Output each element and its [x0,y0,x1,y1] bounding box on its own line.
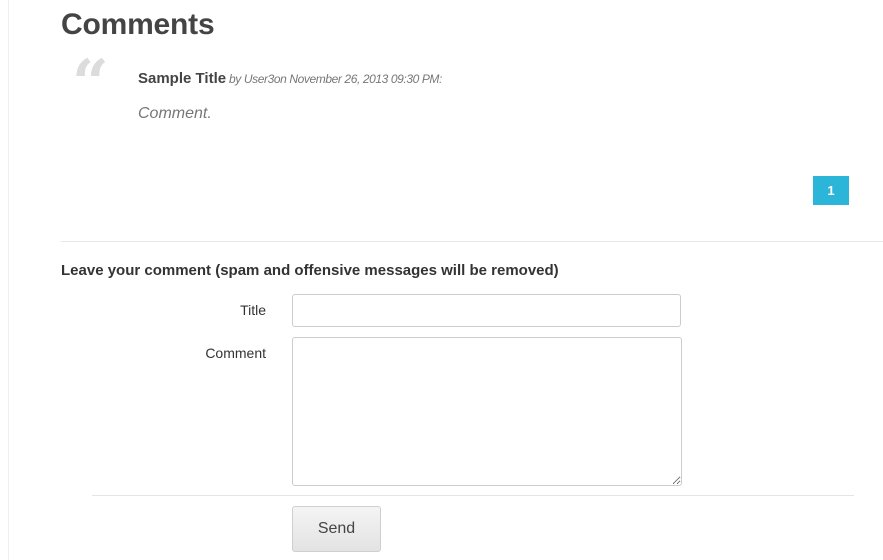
send-button[interactable]: Send [292,506,381,552]
title-input[interactable] [292,294,681,327]
comment-meta: Sample Title by User3on November 26, 201… [138,70,442,87]
comments-heading: Comments [61,8,215,41]
comment-title: Sample Title [138,70,227,87]
comment-byline: by User3on November 26, 2013 09:30 PM: [226,72,442,86]
pagination-page-1[interactable]: 1 [813,176,849,205]
title-label: Title [240,302,266,318]
leave-comment-heading: Leave your comment (spam and offensive m… [61,262,559,279]
comment-body: Comment. [138,105,212,122]
section-divider [61,241,883,242]
quote-icon: “ [72,46,109,121]
comment-textarea[interactable] [292,337,682,486]
form-divider [92,495,854,496]
comment-label: Comment [205,345,266,361]
